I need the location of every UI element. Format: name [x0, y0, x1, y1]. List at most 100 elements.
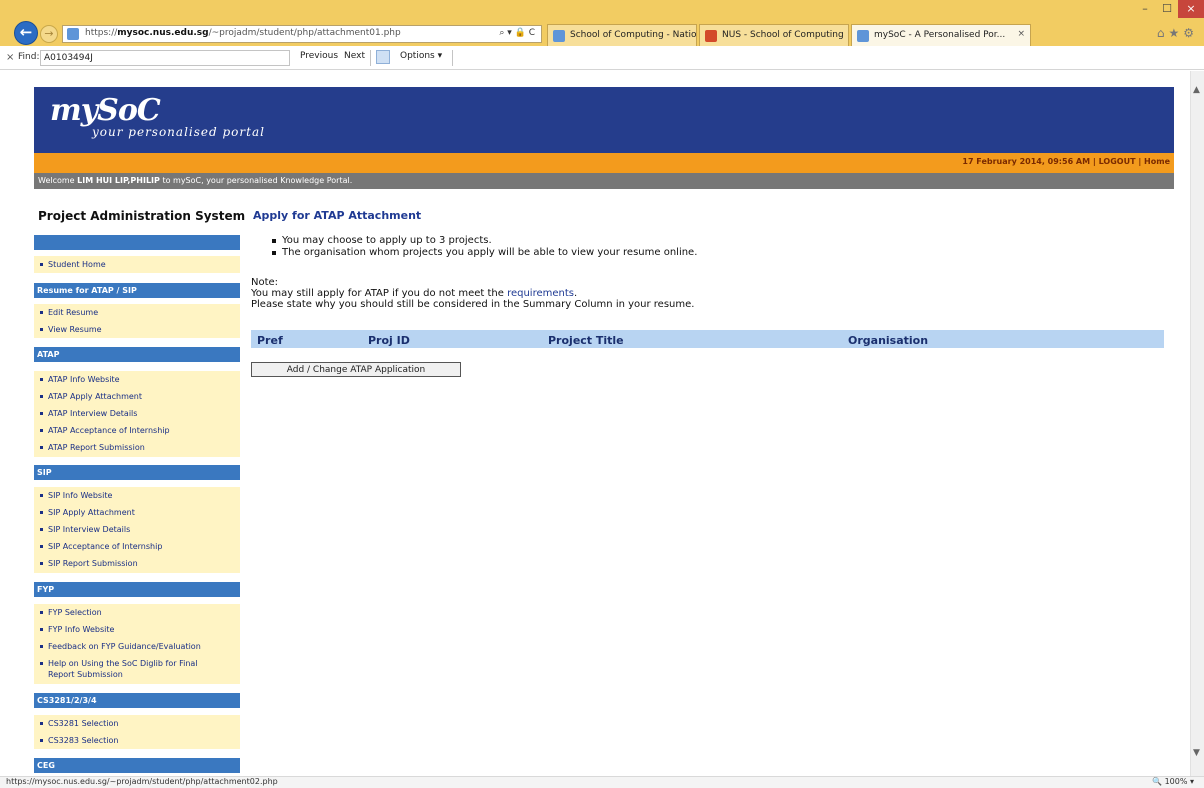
nav-item-atap-apply-attachment[interactable]: ATAP Apply Attachment	[34, 388, 240, 405]
note-text: .	[574, 288, 578, 299]
tab-close-icon[interactable]: ×	[1017, 29, 1025, 39]
nav-item-fyp-selection[interactable]: FYP Selection	[34, 604, 240, 621]
mysoc-logo[interactable]: mySoC	[50, 93, 161, 128]
nav-item-atap-info-website[interactable]: ATAP Info Website	[34, 371, 240, 388]
column-header-organisation: Organisation	[848, 334, 929, 347]
tab-mysoc-portal[interactable]: mySoC - A Personalised Por... ×	[851, 24, 1031, 46]
nav-item-sip-acceptance[interactable]: SIP Acceptance of Internship	[34, 538, 240, 555]
nav-item-student-home[interactable]: Student Home	[34, 256, 240, 273]
current-date: 17 February 2014, 09:56 AM	[962, 157, 1091, 166]
tab-label: School of Computing - Nation...	[570, 30, 697, 40]
back-arrow-icon[interactable]: ←	[14, 21, 38, 45]
address-row: ← → https://mysoc.nus.edu.sg/~projadm/st…	[0, 20, 1204, 46]
tab-nus-school-of-computing[interactable]: NUS - School of Computing	[699, 24, 849, 46]
column-header-project-title: Project Title	[548, 334, 624, 347]
url-path: /~projadm/student/php/attachment01.php	[208, 28, 401, 38]
nav-heading-ceg: CEG	[34, 758, 240, 773]
highlight-icon[interactable]	[376, 50, 390, 64]
zoom-level[interactable]: 🔍 100% ▾	[1152, 777, 1194, 786]
find-close-icon[interactable]: ×	[6, 52, 14, 63]
nav-item-cs3281-selection[interactable]: CS3281 Selection	[34, 715, 240, 732]
minimize-button[interactable]: –	[1134, 0, 1156, 18]
nav-heading-sip: SIP	[34, 465, 240, 480]
nav-item-sip-apply-attachment[interactable]: SIP Apply Attachment	[34, 504, 240, 521]
nav-heading-fyp: FYP	[34, 582, 240, 597]
forward-arrow-icon[interactable]: →	[40, 25, 58, 43]
find-next-button[interactable]: Next	[344, 51, 365, 61]
welcome-bar: Welcome LIM HUI LIP,PHILIP to mySoC, you…	[34, 173, 1174, 189]
site-tagline: your personalised portal	[92, 125, 265, 139]
nav-item-cs3283-selection[interactable]: CS3283 Selection	[34, 732, 240, 749]
column-header-pref: Pref	[257, 334, 283, 347]
close-window-button[interactable]: ×	[1178, 0, 1204, 18]
site-banner: mySoC your personalised portal	[34, 87, 1174, 153]
vertical-scrollbar[interactable]: ▲ ▼	[1190, 71, 1204, 776]
requirements-link[interactable]: requirements	[507, 288, 574, 299]
nav-title: Project Administration System	[38, 209, 246, 223]
url-prefix: https://	[85, 28, 118, 38]
info-bullet: The organisation whom projects you apply…	[270, 247, 697, 259]
nav-item-atap-interview-details[interactable]: ATAP Interview Details	[34, 405, 240, 422]
find-separator	[452, 50, 453, 66]
nav-item-sip-info-website[interactable]: SIP Info Website	[34, 487, 240, 504]
find-label: Find:	[18, 52, 40, 62]
tab-label: mySoC - A Personalised Por...	[874, 30, 1006, 40]
note-line-1: You may still apply for ATAP if you do n…	[251, 288, 694, 299]
logout-link[interactable]: LOGOUT	[1099, 157, 1136, 166]
nav-item-atap-report-submission[interactable]: ATAP Report Submission	[34, 439, 240, 456]
home-favorites-settings-icons[interactable]: ⌂★⚙	[1157, 26, 1198, 40]
find-options-button[interactable]: Options ▾	[400, 51, 442, 61]
site-favicon-icon	[67, 28, 79, 40]
welcome-message: Welcome LIM HUI LIP,PHILIP to mySoC, you…	[38, 176, 352, 185]
separator: |	[1092, 157, 1096, 166]
add-change-atap-application-button[interactable]: Add / Change ATAP Application	[251, 362, 461, 377]
nav-heading-resume: Resume for ATAP / SIP	[34, 283, 240, 298]
note-line-2: Please state why you should still be con…	[251, 299, 695, 310]
nav-item-fyp-feedback[interactable]: Feedback on FYP Guidance/Evaluation	[34, 638, 240, 655]
welcome-suffix: to mySoC, your personalised Knowledge Po…	[159, 176, 353, 185]
nav-heading-atap: ATAP	[34, 347, 240, 362]
nav-item-sip-report-submission[interactable]: SIP Report Submission	[34, 555, 240, 572]
address-search-refresh-icons[interactable]: ⌕ ▾ 🔒 C	[499, 28, 535, 38]
nav-item-fyp-info-website[interactable]: FYP Info Website	[34, 621, 240, 638]
separator: |	[1138, 157, 1142, 166]
note-text: You may still apply for ATAP if you do n…	[251, 288, 508, 299]
nav-heading-cs328x: CS3281/2/3/4	[34, 693, 240, 708]
url-host: mysoc.nus.edu.sg	[117, 28, 209, 38]
scroll-up-icon[interactable]: ▲	[1193, 85, 1200, 95]
info-bullets: You may choose to apply up to 3 projects…	[270, 235, 697, 259]
find-bar: × Find: Previous Next Options ▾	[0, 46, 1204, 70]
user-bar: 17 February 2014, 09:56 AM | LOGOUT | Ho…	[34, 153, 1174, 173]
application-table-header: Pref Proj ID Project Title Organisation	[251, 330, 1164, 348]
tab-school-of-computing-nation[interactable]: School of Computing - Nation...	[547, 24, 697, 46]
note-block: Note: You may still apply for ATAP if yo…	[251, 277, 694, 310]
ie-favicon-icon	[857, 30, 869, 42]
nav-item-diglib-help-continued[interactable]: Report Submission	[34, 666, 240, 683]
nav-item-atap-acceptance[interactable]: ATAP Acceptance of Internship	[34, 422, 240, 439]
nav-item-view-resume[interactable]: View Resume	[34, 321, 240, 338]
page-viewport: mySoC your personalised portal 17 Februa…	[0, 71, 1190, 776]
nus-favicon-icon	[705, 30, 717, 42]
nav-item-edit-resume[interactable]: Edit Resume	[34, 304, 240, 321]
page-title: Apply for ATAP Attachment	[253, 209, 422, 222]
find-previous-button[interactable]: Previous	[300, 51, 338, 61]
column-header-proj-id: Proj ID	[368, 334, 410, 347]
scroll-down-icon[interactable]: ▼	[1193, 748, 1200, 758]
address-url[interactable]: https://mysoc.nus.edu.sg/~projadm/studen…	[85, 28, 401, 38]
find-input[interactable]	[40, 50, 290, 66]
tab-label: NUS - School of Computing	[722, 30, 844, 40]
note-label: Note:	[251, 277, 279, 288]
welcome-prefix: Welcome	[38, 176, 78, 185]
nav-item-sip-interview-details[interactable]: SIP Interview Details	[34, 521, 240, 538]
home-link[interactable]: Home	[1144, 157, 1170, 166]
find-separator	[370, 50, 371, 66]
ie-favicon-icon	[553, 30, 565, 42]
maximize-button[interactable]: ☐	[1156, 0, 1178, 18]
nav-heading-blank	[34, 235, 240, 250]
info-bullet: You may choose to apply up to 3 projects…	[270, 235, 697, 247]
status-bar: https://mysoc.nus.edu.sg/~projadm/studen…	[0, 776, 1204, 788]
date-logout-home: 17 February 2014, 09:56 AM | LOGOUT | Ho…	[962, 157, 1170, 166]
welcome-user-name: LIM HUI LIP,PHILIP	[77, 176, 160, 185]
address-bar[interactable]: https://mysoc.nus.edu.sg/~projadm/studen…	[62, 25, 542, 43]
status-url: https://mysoc.nus.edu.sg/~projadm/studen…	[6, 777, 278, 786]
